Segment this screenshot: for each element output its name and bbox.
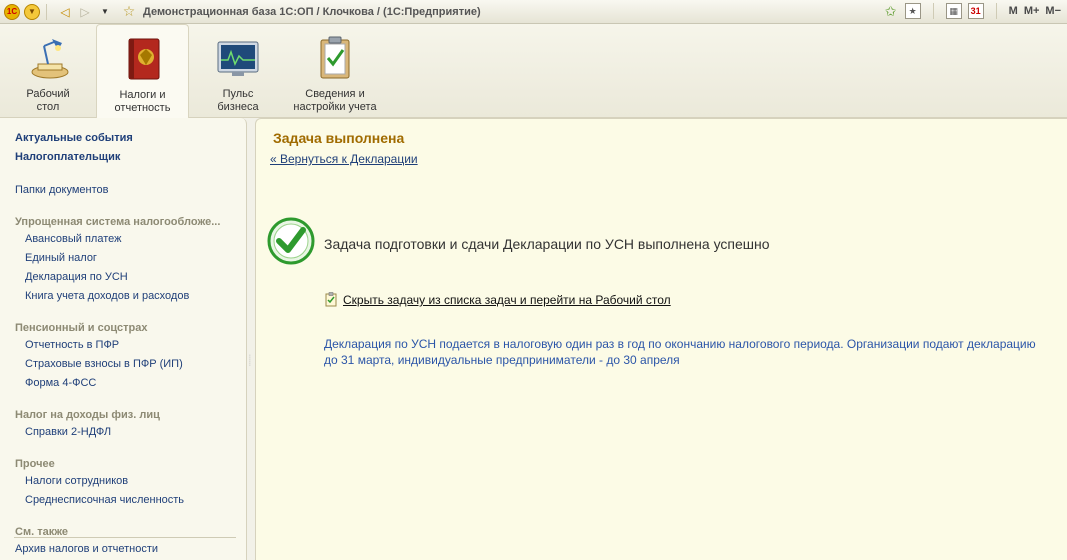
group-usn-header: Упрощенная система налогообложе... — [15, 216, 221, 228]
group-ndfl-header: Налог на доходы физ. лиц — [15, 409, 160, 421]
clipboard-icon — [320, 36, 350, 79]
hide-task-link[interactable]: Скрыть задачу из списка задач и перейти … — [343, 293, 671, 307]
section-desktop[interactable]: Рабочий стол — [0, 24, 96, 118]
titlebar-tools: ✩ ★ ▦ 31 M M+ M− — [879, 3, 1061, 19]
forward-button[interactable]: ▷ — [77, 4, 93, 20]
back-button[interactable]: ◁ — [57, 4, 73, 20]
navigation-panel: Актуальные события Налогоплательщик Папк… — [0, 118, 247, 560]
section-business-pulse[interactable]: Пульс бизнеса — [189, 24, 287, 118]
book-icon — [128, 38, 159, 80]
chevron-down-icon: ▼ — [24, 3, 40, 20]
section-label: Рабочий стол — [26, 88, 70, 113]
nav-taxpayer[interactable]: Налогоплательщик — [15, 151, 120, 163]
bookmark-icon: ★ — [908, 5, 917, 16]
main-menu-button[interactable]: 1С — [4, 3, 20, 20]
calculator-icon: ▦ — [949, 5, 958, 16]
memory-button[interactable]: M — [1009, 5, 1018, 17]
nav-income-expense-book[interactable]: Книга учета доходов и расходов — [25, 290, 189, 302]
arrow-right-icon: ▷ — [80, 4, 90, 19]
monitor-chart-icon — [217, 41, 259, 76]
window-title: Демонстрационная база 1С:ОП / Клочкова /… — [143, 5, 481, 18]
nav-pfr-reports[interactable]: Отчетность в ПФР — [25, 339, 119, 351]
nav-current-events[interactable]: Актуальные события — [15, 132, 133, 144]
logo-1c-icon: 1С — [4, 3, 20, 20]
calendar-button[interactable]: 31 — [967, 3, 984, 19]
desk-lamp-icon — [31, 39, 69, 79]
memory-plus-button[interactable]: M+ — [1024, 5, 1040, 17]
section-taxes[interactable]: Налоги и отчетность — [96, 24, 189, 119]
add-favorite-button[interactable]: ✩ — [883, 3, 899, 19]
arrow-left-icon: ◁ — [60, 4, 70, 19]
nav-average-headcount[interactable]: Среднесписочная численность — [25, 494, 184, 506]
triangle-down-icon: ▼ — [101, 7, 109, 16]
nav-usn-declaration[interactable]: Декларация по УСН — [25, 271, 128, 283]
back-to-declaration-link[interactable]: « Вернуться к Декларации — [270, 152, 418, 166]
main-content: Задача выполнена « Вернуться к Деклараци… — [255, 118, 1067, 560]
panel-splitter-handle[interactable]: ⋮ ⋮ — [247, 355, 253, 367]
dropdown-menu-button[interactable]: ▼ — [24, 3, 40, 20]
memory-minus-button[interactable]: M− — [1045, 5, 1061, 17]
title-bar: 1С ▼ ◁ ▷ ▼ ☆ Демонстрационная база 1С:ОП… — [0, 0, 1067, 24]
nav-advance-payment[interactable]: Авансовый платеж — [25, 233, 121, 245]
star-plus-icon: ✩ — [884, 2, 897, 19]
star-icon: ☆ — [122, 3, 136, 19]
nav-2ndfl[interactable]: Справки 2-НДФЛ — [25, 426, 111, 438]
nav-tax-archive[interactable]: Архив налогов и отчетности — [15, 543, 158, 555]
nav-single-tax[interactable]: Единый налог — [25, 252, 97, 264]
history-dropdown-button[interactable]: ▼ — [97, 4, 113, 20]
section-label: Пульс бизнеса — [217, 88, 259, 113]
group-other-header: Прочее — [15, 458, 55, 470]
bookmark-button[interactable]: ★ — [904, 3, 921, 19]
divider — [14, 537, 236, 538]
nav-pfr-contributions[interactable]: Страховые взносы в ПФР (ИП) — [25, 358, 183, 370]
calculator-button[interactable]: ▦ — [945, 3, 962, 19]
success-message: Задача подготовки и сдачи Декларации по … — [324, 236, 770, 252]
declaration-info-text: Декларация по УСН подается в налоговую о… — [324, 337, 1036, 367]
page-title: Задача выполнена — [273, 130, 405, 146]
success-check-icon — [267, 217, 315, 265]
nav-employee-taxes[interactable]: Налоги сотрудников — [25, 475, 128, 487]
nav-form-4fss[interactable]: Форма 4-ФСС — [25, 377, 96, 389]
section-settings[interactable]: Сведения и настройки учета — [287, 24, 383, 118]
section-label: Налоги и отчетность — [114, 89, 171, 114]
divider — [995, 3, 997, 19]
task-list-icon — [325, 292, 337, 307]
sections-bar: Рабочий стол Налоги и отчетность Пульс б… — [0, 24, 1067, 119]
favorites-button[interactable]: ☆ — [121, 3, 137, 20]
nav-document-folders[interactable]: Папки документов — [15, 184, 108, 196]
section-label: Сведения и настройки учета — [293, 88, 377, 113]
divider — [932, 3, 934, 19]
divider — [46, 3, 47, 20]
calendar-icon: 31 — [970, 6, 981, 16]
group-pension-header: Пенсионный и соцстрах — [15, 322, 148, 334]
